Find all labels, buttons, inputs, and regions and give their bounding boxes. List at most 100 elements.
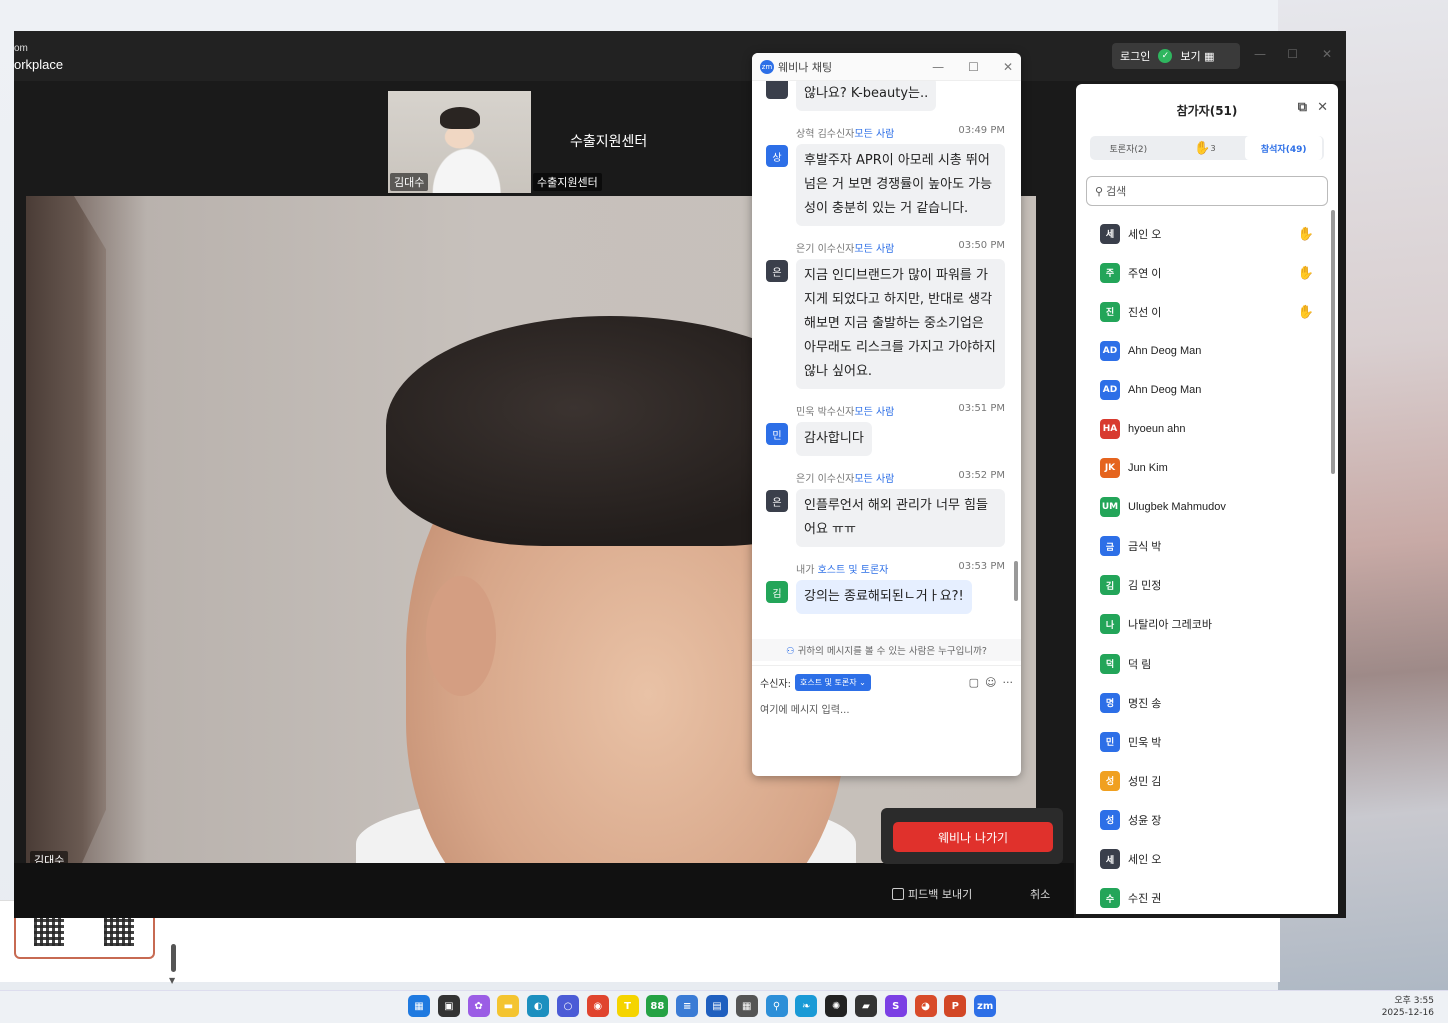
- participant-row[interactable]: 명 명진 송: [1076, 683, 1338, 722]
- notepad-icon[interactable]: ≡: [676, 995, 699, 1017]
- windows-start-icon[interactable]: ▦: [408, 995, 430, 1017]
- more-icon[interactable]: ···: [1003, 676, 1014, 689]
- participant-row[interactable]: 김 김 민정: [1076, 566, 1338, 605]
- participant-row[interactable]: HA hyoeun ahn: [1076, 409, 1338, 448]
- message-recipient[interactable]: 모든 사람: [854, 407, 894, 418]
- participant-avatar: AD: [1100, 379, 1120, 400]
- message-bubble: 지금 인디브랜드가 많이 파워를 가지게 되었다고 하지만, 반대로 생각해보면…: [796, 259, 1005, 389]
- chrome-profile-icon[interactable]: ◕: [914, 995, 937, 1017]
- participants-scrollbar[interactable]: [1331, 210, 1335, 474]
- message-recipient[interactable]: 모든 사람: [854, 474, 894, 485]
- thumbnail-name-tag: 김대수: [390, 173, 429, 191]
- edge-icon[interactable]: ◐: [527, 995, 550, 1017]
- network-icon[interactable]: ⚲: [765, 995, 788, 1017]
- participant-row[interactable]: 성 성윤 장: [1076, 800, 1338, 839]
- message-input[interactable]: 여기에 메시지 입력...: [760, 701, 1013, 716]
- zoom-icon[interactable]: zm: [974, 995, 997, 1017]
- participant-row[interactable]: 세 세인 오: [1076, 840, 1338, 879]
- chat-close-icon[interactable]: ✕: [1003, 60, 1013, 74]
- scroll-down-arrow-icon[interactable]: ▼: [169, 976, 175, 985]
- participant-row[interactable]: UM Ulugbek Mahmudov: [1076, 488, 1338, 527]
- app-s-icon[interactable]: S: [884, 995, 907, 1017]
- recipient-select[interactable]: 호스트 및 토론자 ⌄: [794, 674, 871, 691]
- participant-name: 진선 이: [1128, 306, 1162, 319]
- taskbar: ▦ ▣ ✿ ▬ ◐ ○ ◉ T 88 ≡ ▤ ▦ ⚲ ❧ ✺ ▰ S ◕ Pzm 오후 3:55 2025-12-1…: [0, 990, 1448, 1023]
- popout-icon[interactable]: ⧉: [1298, 100, 1307, 115]
- speaker-thumbnail-video[interactable]: 김대수: [388, 91, 531, 193]
- login-button[interactable]: 로그인: [1120, 48, 1150, 64]
- file-icon[interactable]: ▢: [969, 676, 979, 689]
- participant-row[interactable]: 세 세인 오 ✋: [1076, 214, 1338, 253]
- powerpoint-icon[interactable]: P: [944, 995, 967, 1017]
- maximize-icon[interactable]: ☐: [1287, 47, 1298, 61]
- participant-row[interactable]: 덕덕 림: [1076, 644, 1338, 683]
- copilot-icon[interactable]: ✿: [467, 995, 490, 1017]
- participants-header: 참가자(51) ⧉ ✕: [1076, 84, 1338, 136]
- participant-row[interactable]: 주 주연 이 ✋: [1076, 253, 1338, 292]
- tab-panelists[interactable]: 토론자(2): [1090, 136, 1167, 160]
- participant-avatar: 민: [1100, 731, 1120, 752]
- scrollbar-thumb[interactable]: [171, 944, 176, 972]
- system-clock[interactable]: 오후 3:55 2025-12-16: [1382, 995, 1434, 1019]
- chat-minimize-icon[interactable]: —: [932, 60, 944, 74]
- cancel-button[interactable]: 취소: [1030, 886, 1050, 902]
- search-placeholder: 검색: [1106, 185, 1127, 198]
- feedback-checkbox[interactable]: [892, 888, 904, 900]
- task-view-icon[interactable]: ▣: [437, 995, 460, 1017]
- raised-hands-badge[interactable]: ✋ 3: [1167, 136, 1244, 160]
- whatsapp-icon[interactable]: 88: [646, 995, 669, 1017]
- video-ear: [426, 576, 496, 696]
- message-bubble: 감사합니다: [796, 422, 872, 456]
- raised-hand-icon[interactable]: ✋: [1298, 304, 1314, 320]
- store-icon[interactable]: ▤: [705, 995, 728, 1017]
- message-recipient[interactable]: 모든 사람: [854, 129, 894, 140]
- shield-check-icon[interactable]: ✓: [1158, 49, 1173, 63]
- participant-row[interactable]: 성 성민 김: [1076, 761, 1338, 800]
- app-circle-icon[interactable]: ○: [556, 995, 579, 1017]
- webinar-chat-panel: zm 웨비나 채팅 — ☐ ✕ 않나요? K-beauty는.. 상혁 김수신자…: [752, 53, 1021, 776]
- participant-avatar: 덕: [1100, 653, 1120, 674]
- chat-input-area[interactable]: 수신자: 호스트 및 토론자 ⌄ ▢ ☺ ··· 여기에 메시지 입력...: [752, 665, 1021, 775]
- minimize-icon[interactable]: —: [1254, 47, 1266, 61]
- app-leaf-icon[interactable]: ❧: [795, 995, 818, 1017]
- participant-row[interactable]: JK Jun Kim: [1076, 449, 1338, 488]
- chatgpt-icon[interactable]: ✺: [825, 995, 848, 1017]
- participant-row[interactable]: 민 민욱 박: [1076, 722, 1338, 761]
- chat-scrollbar[interactable]: [1014, 561, 1018, 601]
- chat-maximize-icon[interactable]: ☐: [968, 60, 979, 74]
- participant-row[interactable]: 나 나탈리아 그레코바: [1076, 605, 1338, 644]
- file-explorer-icon[interactable]: ▬: [497, 995, 520, 1017]
- participant-name: 세인 오: [1128, 228, 1162, 241]
- message-recipient[interactable]: 호스트 및 토론자: [818, 565, 889, 576]
- participant-row[interactable]: 진 진선 이 ✋: [1076, 292, 1338, 331]
- participant-row[interactable]: AD Ahn Deog Man: [1076, 370, 1338, 409]
- participant-name: 성윤 장: [1128, 814, 1162, 827]
- participant-row[interactable]: 수 수진 권: [1076, 879, 1338, 914]
- participant-row[interactable]: 금 금식 박: [1076, 527, 1338, 566]
- sticky-notes-icon[interactable]: ▰: [854, 995, 877, 1017]
- view-button[interactable]: 보기 ▦: [1180, 48, 1214, 64]
- qr-code: [104, 916, 134, 946]
- chat-messages[interactable]: 않나요? K-beauty는.. 상혁 김수신자모든 사람 03:49 PM 상 후발…: [752, 81, 1021, 637]
- participant-avatar: 김: [1100, 575, 1120, 596]
- emoji-icon[interactable]: ☺: [985, 676, 996, 689]
- participant-search-input[interactable]: ⚲ 검색: [1086, 176, 1328, 206]
- close-icon[interactable]: ✕: [1322, 47, 1332, 61]
- chrome-icon[interactable]: ◉: [586, 995, 609, 1017]
- calculator-icon[interactable]: ▦: [735, 995, 758, 1017]
- raised-hand-icon[interactable]: ✋: [1298, 226, 1314, 242]
- chat-visibility-hint[interactable]: ⚇ 귀하의 메시지를 볼 수 있는 사람은 누구입니까?: [752, 639, 1021, 661]
- participant-avatar: 명: [1100, 692, 1120, 713]
- message-recipient[interactable]: 모든 사람: [854, 244, 894, 255]
- tab-attendees[interactable]: 참석자(49): [1245, 136, 1323, 160]
- kakaotalk-icon[interactable]: T: [616, 995, 639, 1017]
- leave-webinar-button[interactable]: 웨비나 나가기: [893, 822, 1053, 852]
- participant-row[interactable]: AD Ahn Deog Man: [1076, 331, 1338, 370]
- participants-close-icon[interactable]: ✕: [1317, 100, 1328, 115]
- participant-name: 금식 박: [1128, 541, 1162, 554]
- chat-message: 내가 호스트 및 토론자 03:53 PM 김 강의는 종료해되된ㄴ거ㅏ요?!: [752, 561, 1021, 614]
- participant-name: 덕 림: [1128, 658, 1152, 671]
- message-sender: 은기 이수신자: [796, 474, 855, 485]
- raised-hand-icon[interactable]: ✋: [1298, 265, 1314, 281]
- feedback-option[interactable]: 피드백 보내기: [892, 886, 972, 902]
